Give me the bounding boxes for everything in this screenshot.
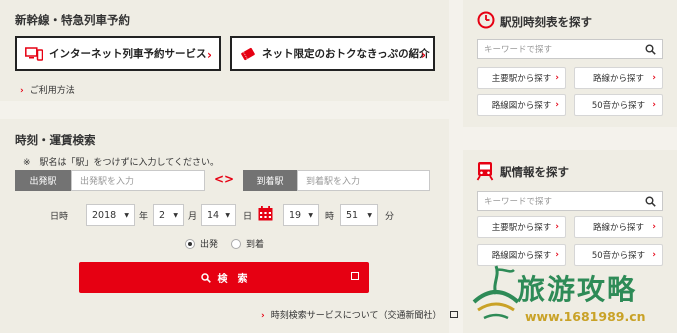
minute-select[interactable]: 51 ▼ <box>340 204 378 226</box>
day-select[interactable]: 14 ▼ <box>201 204 236 226</box>
month-value: 2 <box>159 209 166 221</box>
chevron-right-icon: › <box>555 100 559 110</box>
net-tickets-label: ネット限定のおトクなきっぷの紹介 <box>262 48 430 60</box>
station-main-stations-button[interactable]: 主要駅から探す › <box>477 216 566 238</box>
button-label: 路線から探す <box>592 223 644 233</box>
shinkansen-title: 新幹線・特急列車予約 <box>15 13 130 27</box>
button-label: 50音から探す <box>591 251 646 261</box>
swap-stations-icon[interactable]: <> <box>214 172 234 186</box>
departure-label: 出発駅 <box>15 170 71 191</box>
arrival-input[interactable]: 到着駅を入力 <box>297 170 430 191</box>
chevron-right-icon: › <box>652 100 656 110</box>
external-link-icon <box>450 311 459 318</box>
internet-booking-button[interactable]: インターネット列車予約サービス › <box>15 36 221 71</box>
train-icon <box>476 162 494 181</box>
dropdown-arrow-icon: ▼ <box>124 212 129 219</box>
timetable-kana-button[interactable]: 50音から探す › <box>574 94 663 116</box>
button-label: 路線図から探す <box>491 251 552 261</box>
usage-link[interactable]: › ご利用方法 <box>20 83 75 96</box>
chevron-right-icon: › <box>555 222 559 232</box>
departure-input[interactable]: 出発駅を入力 <box>71 170 205 191</box>
radio-depart-indicator <box>185 238 195 249</box>
button-label: 主要駅から探す <box>491 223 552 233</box>
timetable-route-map-button[interactable]: 路線図から探す › <box>477 94 566 116</box>
about-search-label: 時刻検索サービスについて（交通新聞社） <box>270 311 442 321</box>
internet-booking-label: インターネット列車予約サービス <box>49 48 207 60</box>
usage-link-label: ご利用方法 <box>29 86 75 96</box>
day-value: 14 <box>207 209 220 221</box>
ticket-icon <box>240 47 256 61</box>
net-tickets-button[interactable]: ネット限定のおトクなきっぷの紹介 › <box>230 36 435 71</box>
arrival-label: 到着駅 <box>243 170 297 191</box>
station-title: 駅情報を探す <box>500 165 569 179</box>
hour-value: 19 <box>289 209 302 221</box>
search-icon <box>200 272 211 283</box>
dropdown-arrow-icon: ▼ <box>367 212 372 219</box>
search-icon[interactable] <box>645 196 656 207</box>
minute-unit: 分 <box>385 212 395 222</box>
chevron-right-icon: › <box>555 73 559 83</box>
timetable-title: 駅別時刻表を探す <box>500 15 592 29</box>
hour-unit: 時 <box>325 212 335 222</box>
radio-arrive-label: 到着 <box>246 240 265 250</box>
month-unit: 月 <box>188 212 198 222</box>
button-label: 50音から探す <box>591 101 646 111</box>
watermark-url: www.1681989.cn <box>525 309 646 324</box>
calendar-icon[interactable] <box>258 206 273 221</box>
radio-arrive[interactable]: 到着 <box>231 237 264 250</box>
year-select[interactable]: 2018 ▼ <box>86 204 135 226</box>
day-unit: 日 <box>243 212 253 222</box>
year-unit: 年 <box>139 212 149 222</box>
shinkansen-panel: 新幹線・特急列車予約 インターネット列車予約サービス › ネット限定のおトクなき… <box>0 0 449 101</box>
datetime-label: 日時 <box>50 212 69 222</box>
chevron-right-icon: › <box>652 222 656 232</box>
dropdown-arrow-icon: ▼ <box>173 212 178 219</box>
timetable-keyword-placeholder: キーワードで探す <box>484 45 553 55</box>
radio-arrive-indicator <box>231 238 241 249</box>
chevron-right-icon: › <box>652 73 656 83</box>
minute-value: 51 <box>346 209 359 221</box>
timetable-main-stations-button[interactable]: 主要駅から探す › <box>477 67 566 89</box>
search-icon[interactable] <box>645 44 656 55</box>
button-label: 路線から探す <box>592 74 644 84</box>
year-value: 2018 <box>92 209 117 221</box>
chevron-right-icon: › <box>261 311 265 321</box>
station-kana-button[interactable]: 50音から探す › <box>574 244 663 266</box>
chevron-right-icon: › <box>555 250 559 260</box>
timetable-lines-button[interactable]: 路線から探す › <box>574 67 663 89</box>
radio-depart[interactable]: 出発 <box>185 237 218 250</box>
station-note: ※ 駅名は「駅」をつけずに入力してください。 <box>23 158 220 168</box>
about-search-link[interactable]: › 時刻検索サービスについて（交通新聞社） <box>261 308 459 321</box>
timetable-panel: 駅別時刻表を探す キーワードで探す 主要駅から探す › 路線から探す › 路線図から… <box>463 0 677 127</box>
dropdown-arrow-icon: ▼ <box>225 212 230 219</box>
station-keyword-input[interactable]: キーワードで探す <box>477 191 663 211</box>
dropdown-arrow-icon: ▼ <box>308 212 313 219</box>
station-keyword-placeholder: キーワードで探す <box>484 197 553 207</box>
search-panel <box>0 119 449 333</box>
timetable-keyword-input[interactable]: キーワードで探す <box>477 39 663 59</box>
station-lines-button[interactable]: 路線から探す › <box>574 216 663 238</box>
chevron-right-icon: › <box>652 250 656 260</box>
chevron-right-icon: › <box>20 86 24 96</box>
search-title: 時刻・運賃検索 <box>15 133 96 147</box>
devices-icon <box>25 46 43 61</box>
watermark-text: 旅游攻略 <box>517 273 638 306</box>
button-label: 主要駅から探す <box>491 74 552 84</box>
external-link-icon <box>351 272 359 280</box>
hour-select[interactable]: 19 ▼ <box>283 204 319 226</box>
chevron-right-icon: › <box>207 48 212 62</box>
search-button-label: 検 索 <box>217 274 248 285</box>
radio-depart-label: 出発 <box>200 240 219 250</box>
button-label: 路線図から探す <box>491 101 552 111</box>
search-button[interactable]: 検 索 <box>79 262 369 293</box>
clock-icon <box>477 11 495 29</box>
chevron-right-icon: › <box>421 48 426 62</box>
watermark-logo <box>472 265 520 320</box>
month-select[interactable]: 2 ▼ <box>153 204 184 226</box>
